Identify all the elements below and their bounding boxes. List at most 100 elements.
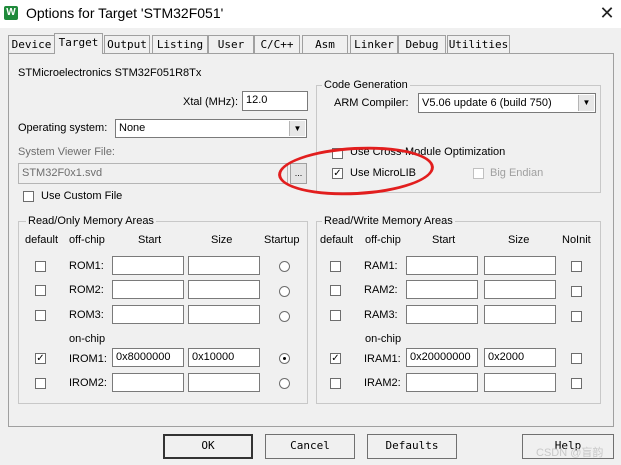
rom2-label: ROM2:	[69, 284, 104, 296]
tab-debug[interactable]: Debug	[398, 35, 446, 53]
compiler-select[interactable]: V5.06 update 6 (build 750) ▼	[418, 93, 596, 113]
chevron-down-icon[interactable]: ▼	[289, 121, 305, 136]
rw-header-start: Start	[432, 234, 456, 246]
rw-onchip-label: on-chip	[365, 333, 402, 345]
irom2-label: IROM2:	[69, 377, 107, 389]
iram1-label: IRAM1:	[364, 353, 401, 365]
ram2-noinit-checkbox[interactable]	[571, 286, 582, 297]
rom1-startup-radio[interactable]	[279, 261, 290, 272]
rom3-size-input[interactable]	[188, 305, 260, 324]
rom3-label: ROM3:	[69, 309, 104, 321]
irom1-size-input[interactable]: 0x10000	[188, 348, 260, 367]
custom-file-label: Use Custom File	[41, 190, 123, 202]
iram2-default-checkbox[interactable]	[330, 378, 341, 389]
rw-header-default: default	[320, 234, 354, 246]
irom2-startup-radio[interactable]	[279, 378, 290, 389]
rom3-default-checkbox[interactable]	[35, 310, 46, 321]
ram2-start-input[interactable]	[406, 280, 478, 299]
svd-input: STM32F0x1.svd	[18, 163, 288, 184]
os-select[interactable]: None ▼	[115, 119, 307, 138]
tab-utilities[interactable]: Utilities	[447, 35, 510, 53]
ram1-label: RAM1:	[364, 260, 398, 272]
device-name: STMicroelectronics STM32F051R8Tx	[18, 67, 202, 79]
irom2-size-input[interactable]	[188, 373, 260, 392]
ram1-default-checkbox[interactable]	[330, 261, 341, 272]
ram1-noinit-checkbox[interactable]	[571, 261, 582, 272]
svd-label: System Viewer File:	[18, 146, 115, 158]
irom1-default-checkbox[interactable]: ✓	[35, 353, 46, 364]
tab-cc[interactable]: C/C++	[254, 35, 300, 53]
rom1-start-input[interactable]	[112, 256, 184, 275]
ro-header-offchip: off-chip	[69, 234, 105, 246]
ro-header-startup: Startup	[264, 234, 300, 246]
irom2-start-input[interactable]	[112, 373, 184, 392]
chevron-down-icon[interactable]: ▼	[578, 95, 594, 111]
rom1-label: ROM1:	[69, 260, 104, 272]
app-logo-icon: W	[4, 6, 18, 20]
ram3-size-input[interactable]	[484, 305, 556, 324]
irom1-startup-radio[interactable]	[279, 353, 290, 364]
tab-asm[interactable]: Asm	[302, 35, 348, 53]
rom1-size-input[interactable]	[188, 256, 260, 275]
ram2-size-input[interactable]	[484, 280, 556, 299]
irom1-label: IROM1:	[69, 353, 107, 365]
rw-header-noinit: NoInit	[562, 234, 591, 246]
compiler-label: ARM Compiler:	[334, 97, 409, 109]
ro-header-default: default	[25, 234, 59, 246]
os-label: Operating system:	[18, 122, 108, 134]
rom2-size-input[interactable]	[188, 280, 260, 299]
tab-linker[interactable]: Linker	[350, 35, 398, 53]
iram1-size-input[interactable]: 0x2000	[484, 348, 556, 367]
code-generation-title: Code Generation	[322, 79, 410, 91]
ram1-start-input[interactable]	[406, 256, 478, 275]
irom1-start-input[interactable]: 0x8000000	[112, 348, 184, 367]
iram1-start-input[interactable]: 0x20000000	[406, 348, 478, 367]
tab-device[interactable]: Device	[8, 35, 55, 53]
iram2-start-input[interactable]	[406, 373, 478, 392]
ram3-label: RAM3:	[364, 309, 398, 321]
compiler-select-value: V5.06 update 6 (build 750)	[422, 97, 552, 109]
rom3-start-input[interactable]	[112, 305, 184, 324]
title-bar: W Options for Target 'STM32F051' ✕	[0, 0, 621, 28]
rom2-startup-radio[interactable]	[279, 286, 290, 297]
tab-listing[interactable]: Listing	[152, 35, 208, 53]
rw-header-offchip: off-chip	[365, 234, 401, 246]
defaults-button[interactable]: Defaults	[367, 434, 457, 459]
ram2-default-checkbox[interactable]	[330, 285, 341, 296]
iram1-noinit-checkbox[interactable]	[571, 353, 582, 364]
tab-output[interactable]: Output	[104, 35, 150, 53]
iram2-noinit-checkbox[interactable]	[571, 378, 582, 389]
xtal-label: Xtal (MHz):	[183, 96, 238, 108]
ram3-start-input[interactable]	[406, 305, 478, 324]
big-endian-label: Big Endian	[490, 167, 544, 179]
iram2-label: IRAM2:	[364, 377, 401, 389]
ok-button[interactable]: OK	[163, 434, 253, 459]
ram1-size-input[interactable]	[484, 256, 556, 275]
iram1-default-checkbox[interactable]: ✓	[330, 353, 341, 364]
ro-header-size: Size	[211, 234, 233, 246]
rom2-start-input[interactable]	[112, 280, 184, 299]
ram3-default-checkbox[interactable]	[330, 310, 341, 321]
ro-header-start: Start	[138, 234, 162, 246]
ro-onchip-label: on-chip	[69, 333, 106, 345]
rom2-default-checkbox[interactable]	[35, 285, 46, 296]
big-endian-checkbox	[473, 168, 484, 179]
custom-file-checkbox[interactable]	[23, 191, 34, 202]
close-icon[interactable]: ✕	[596, 2, 618, 24]
rom1-default-checkbox[interactable]	[35, 261, 46, 272]
rw-header-size: Size	[508, 234, 530, 246]
ram2-label: RAM2:	[364, 284, 398, 296]
window-title: Options for Target 'STM32F051'	[26, 5, 224, 21]
ro-memory-title: Read/Only Memory Areas	[26, 215, 156, 227]
rw-memory-title: Read/Write Memory Areas	[322, 215, 455, 227]
xtal-input[interactable]: 12.0	[242, 91, 308, 111]
tab-target[interactable]: Target	[54, 33, 103, 54]
irom2-default-checkbox[interactable]	[35, 378, 46, 389]
ram3-noinit-checkbox[interactable]	[571, 311, 582, 322]
iram2-size-input[interactable]	[484, 373, 556, 392]
watermark: CSDN @盲韵	[536, 447, 604, 459]
rom3-startup-radio[interactable]	[279, 311, 290, 322]
cancel-button[interactable]: Cancel	[265, 434, 355, 459]
tab-user[interactable]: User	[208, 35, 254, 53]
os-select-value: None	[119, 122, 146, 134]
